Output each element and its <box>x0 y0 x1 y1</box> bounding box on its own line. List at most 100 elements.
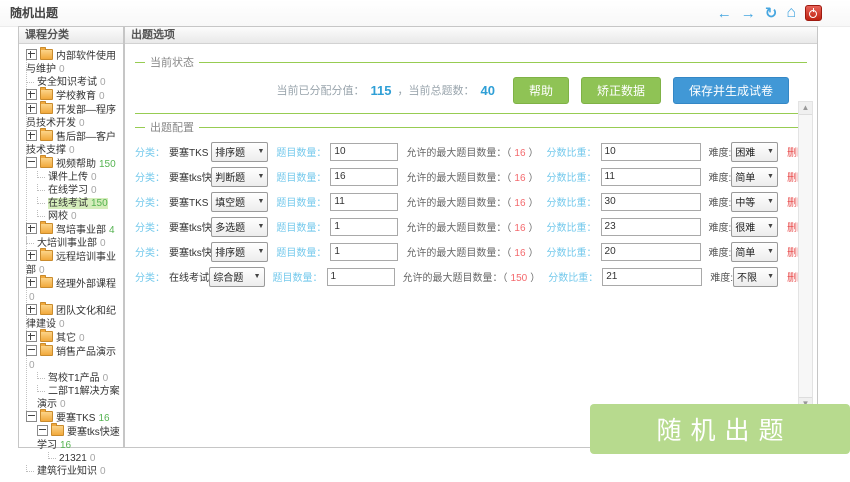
config-row: 分类： 要塞TKS 填空题▼ 题目数量： 允许的最大题目数量：（16） 分数比重… <box>135 189 807 214</box>
power-icon[interactable] <box>805 5 822 21</box>
tree-item[interactable]: 销售产品演示0 <box>23 345 121 372</box>
tree-item[interactable]: 内部软件使用与维护0 <box>23 49 121 76</box>
tree-item-text: 二部T1解决方案演示0 <box>37 386 120 410</box>
tree-item[interactable]: 开发部—程序员技术开发0 <box>23 103 121 130</box>
total-questions-value: 40 <box>480 83 494 98</box>
qty-input[interactable] <box>330 168 398 186</box>
tree-item-text: 视频帮助150 <box>56 159 116 170</box>
tree-item[interactable]: 在线考试150 <box>23 197 121 210</box>
expander-icon[interactable] <box>26 89 37 100</box>
scroll-up-button[interactable]: ▲ <box>799 102 812 115</box>
expander-icon[interactable] <box>26 331 37 342</box>
tree-item[interactable]: 在线学习0 <box>23 184 121 197</box>
tree-item[interactable]: 安全知识考试0 <box>23 76 121 89</box>
tree-item[interactable]: 要塞TKS16 <box>23 411 121 425</box>
expander-icon[interactable] <box>26 411 37 422</box>
category-value: 要塞tks快... <box>169 219 211 234</box>
chevron-down-icon: ▼ <box>257 198 264 205</box>
question-type-select[interactable]: 多选题▼ <box>211 217 268 237</box>
difficulty-select[interactable]: 不限▼ <box>733 267 778 287</box>
difficulty-value: 困难 <box>735 144 755 159</box>
chevron-down-icon: ▼ <box>257 223 264 230</box>
folder-icon <box>40 411 53 422</box>
qty-label: 题目数量： <box>276 219 326 234</box>
difficulty-select[interactable]: 简单▼ <box>731 242 778 262</box>
config-legend: 出题配置 <box>135 119 807 135</box>
save-generate-button[interactable]: 保存并生成试卷 <box>673 77 789 104</box>
expander-icon[interactable] <box>26 304 37 315</box>
tree-item-count: 150 <box>91 198 108 209</box>
tree-item[interactable]: 远程培训事业部0 <box>23 250 121 277</box>
tree-item[interactable]: 学校教育0 <box>23 89 121 103</box>
tree-item[interactable]: 其它0 <box>23 331 121 345</box>
difficulty-value: 简单 <box>735 244 755 259</box>
score-input[interactable] <box>601 193 701 211</box>
score-input[interactable] <box>601 168 701 186</box>
question-type-select[interactable]: 填空题▼ <box>211 192 268 212</box>
difficulty-select[interactable]: 很难▼ <box>731 217 778 237</box>
fix-data-button[interactable]: 矫正数据 <box>581 77 661 104</box>
tree-item[interactable]: 驾校T1产品0 <box>23 372 121 385</box>
sidebar-header: 课程分类 <box>19 27 123 44</box>
difficulty-select[interactable]: 困难▼ <box>731 142 778 162</box>
question-type-select[interactable]: 综合题▼ <box>209 267 264 287</box>
score-input[interactable] <box>602 268 702 286</box>
tree-item[interactable]: 团队文化和纪律建设0 <box>23 304 121 331</box>
expander-icon[interactable] <box>26 223 37 234</box>
tree-item[interactable]: 经理外部课程0 <box>23 277 121 304</box>
score-label: 分数比重： <box>547 169 597 184</box>
difficulty-value: 简单 <box>735 169 755 184</box>
help-button[interactable]: 帮助 <box>513 77 569 104</box>
category-label: 分类： <box>135 169 165 184</box>
score-input[interactable] <box>601 243 701 261</box>
home-icon[interactable]: ⌂ <box>786 5 796 21</box>
forward-icon[interactable]: → <box>741 6 756 21</box>
expander-icon[interactable] <box>26 157 37 168</box>
difficulty-select[interactable]: 简单▼ <box>731 167 778 187</box>
difficulty-select[interactable]: 中等▼ <box>731 192 778 212</box>
tree-item[interactable]: 大培训事业部0 <box>23 237 121 250</box>
expander-icon[interactable] <box>26 103 37 114</box>
tree-item-count: 0 <box>59 64 65 75</box>
expander-icon[interactable] <box>26 277 37 288</box>
back-icon[interactable]: ← <box>717 6 732 21</box>
tree-item[interactable]: 课件上传0 <box>23 171 121 184</box>
page-title: 随机出题 <box>10 0 58 26</box>
expander-icon[interactable] <box>26 49 37 60</box>
tree-item[interactable]: 网校0 <box>23 210 121 223</box>
folder-icon <box>40 49 53 60</box>
course-category-panel: 课程分类 内部软件使用与维护0 安全知识考试0 学校教育0 开发部—程序员技术开… <box>18 26 124 448</box>
expander-icon[interactable] <box>26 345 37 356</box>
qty-input[interactable] <box>330 193 398 211</box>
config-row: 分类： 要塞tks快... 判断题▼ 题目数量： 允许的最大题目数量：（16） … <box>135 164 807 189</box>
qty-input[interactable] <box>327 268 395 286</box>
expander-icon[interactable] <box>26 130 37 141</box>
expander-icon[interactable] <box>37 425 48 436</box>
tree-item[interactable]: 二部T1解决方案演示0 <box>23 385 121 411</box>
question-type-select[interactable]: 判断题▼ <box>211 167 268 187</box>
category-value: 要塞tks快... <box>169 244 211 259</box>
question-type-select[interactable]: 排序题▼ <box>211 242 268 262</box>
expander-icon[interactable] <box>26 250 37 261</box>
tree-item-label: 在线学习 <box>48 185 88 196</box>
total-questions-label: ，当前总题数： <box>397 82 474 98</box>
tree-item-count: 0 <box>99 91 105 102</box>
tree-item[interactable]: 驾培事业部4 <box>23 223 121 237</box>
score-input[interactable] <box>601 218 701 236</box>
tree-item[interactable]: 视频帮助150 <box>23 157 121 171</box>
score-input[interactable] <box>601 143 701 161</box>
qty-input[interactable] <box>330 243 398 261</box>
tree-item-label: 在线考试 <box>48 198 88 209</box>
question-type-select[interactable]: 排序题▼ <box>211 142 268 162</box>
nav-icons: ← → ↻ ⌂ <box>717 0 822 26</box>
chevron-down-icon: ▼ <box>767 223 774 230</box>
tree-item[interactable]: 建筑行业知识0 <box>23 465 121 478</box>
qty-input[interactable] <box>330 218 398 236</box>
refresh-icon[interactable]: ↻ <box>765 6 778 21</box>
scrollbar[interactable]: ▲ ▼ <box>798 101 813 411</box>
tree-item[interactable]: 要塞tks快速学习16 <box>23 425 121 452</box>
folder-icon <box>40 250 53 261</box>
tree-item[interactable]: 售后部—客户技术支撑0 <box>23 130 121 157</box>
tree-item[interactable]: 213210 <box>23 452 121 465</box>
qty-input[interactable] <box>330 143 398 161</box>
